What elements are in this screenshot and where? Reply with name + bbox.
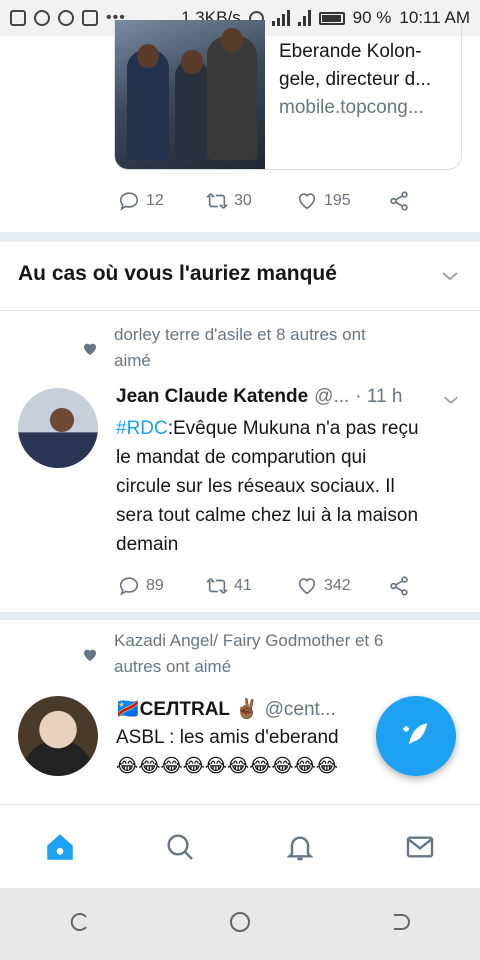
tweet-actions: 12 30 195 bbox=[118, 190, 410, 212]
hashtag-link[interactable]: #RDC bbox=[116, 418, 168, 439]
tweet-actions: 89 41 342 bbox=[118, 575, 410, 597]
reply-icon bbox=[119, 577, 139, 596]
like-button[interactable]: 342 bbox=[296, 575, 388, 597]
tweet-text: #RDC:Evêque Mukuna n'a pas reçu le manda… bbox=[116, 414, 466, 559]
social-context[interactable]: Kazadi Angel/ Fairy Godmother et 6 autre… bbox=[114, 628, 434, 680]
system-navigation bbox=[0, 888, 480, 960]
reply-icon bbox=[119, 192, 139, 211]
search-icon bbox=[167, 833, 193, 860]
tweet-header: Jean Claude Katende @... · 11 h bbox=[116, 386, 402, 408]
tweet-timestamp: · 11 h bbox=[355, 386, 403, 407]
tweet-text-line2: le mandat de comparution qui bbox=[116, 447, 367, 468]
heart-icon bbox=[298, 193, 316, 210]
tweet-separator bbox=[0, 612, 480, 620]
share-button[interactable] bbox=[388, 575, 410, 597]
heart-icon bbox=[298, 578, 316, 595]
chevron-down-icon[interactable] bbox=[440, 266, 460, 286]
reply-button[interactable]: 89 bbox=[118, 575, 206, 597]
reply-count: 12 bbox=[146, 192, 164, 209]
screenshot-icon bbox=[82, 10, 98, 26]
recent-apps-button[interactable] bbox=[68, 910, 92, 939]
chrome-icon bbox=[34, 10, 50, 26]
share-icon bbox=[390, 576, 408, 596]
social-context-line1: dorley terre d'asile et 8 autres ont bbox=[114, 325, 366, 344]
retweet-icon bbox=[206, 193, 228, 209]
notification-icon bbox=[10, 10, 26, 26]
tweet-author-handle[interactable]: @... bbox=[314, 386, 349, 408]
recent-apps-icon bbox=[70, 912, 87, 931]
avatar[interactable] bbox=[18, 388, 98, 468]
reply-count: 89 bbox=[146, 577, 164, 594]
social-context-line2: autres ont aimé bbox=[114, 657, 232, 676]
retweet-button[interactable]: 30 bbox=[206, 190, 296, 212]
retweet-count: 41 bbox=[234, 577, 252, 594]
retweet-button[interactable]: 41 bbox=[206, 575, 296, 597]
divider bbox=[0, 310, 480, 311]
nav-search[interactable] bbox=[150, 817, 210, 877]
social-context[interactable]: dorley terre d'asile et 8 autres ont aim… bbox=[114, 322, 434, 374]
reply-button[interactable]: 12 bbox=[118, 190, 206, 212]
home-icon bbox=[47, 833, 73, 860]
tweet-author-name[interactable]: 🇨🇩CEЛTRAL ✌🏾 bbox=[116, 697, 259, 721]
bottom-navigation bbox=[0, 804, 480, 888]
liked-heart-icon bbox=[84, 343, 96, 355]
avatar[interactable] bbox=[18, 696, 98, 776]
retweet-icon bbox=[206, 578, 228, 594]
tweet-header: 🇨🇩CEЛTRAL ✌🏾 @cent... bbox=[116, 697, 336, 721]
link-domain: mobile.topcong... bbox=[279, 97, 424, 118]
blocked-icon bbox=[58, 10, 74, 26]
link-title-line2: gele, directeur d... bbox=[279, 69, 432, 90]
retweet-count: 30 bbox=[234, 192, 252, 209]
tweet-options-chevron-icon[interactable] bbox=[442, 391, 460, 409]
share-icon bbox=[390, 191, 408, 211]
nav-notifications[interactable] bbox=[270, 817, 330, 877]
like-button[interactable]: 195 bbox=[296, 190, 388, 212]
section-separator bbox=[0, 232, 480, 242]
tweet-text-line1: :Evêque Mukuna n'a pas reçu bbox=[167, 418, 419, 439]
nav-messages[interactable] bbox=[390, 817, 450, 877]
home-system-button[interactable] bbox=[228, 910, 252, 939]
envelope-icon bbox=[406, 835, 434, 858]
circle-home-icon bbox=[230, 911, 250, 932]
tweet-text-line3: circule sur les réseaux sociaux. Il bbox=[116, 476, 395, 497]
back-button[interactable] bbox=[388, 910, 412, 939]
nav-home[interactable] bbox=[30, 817, 90, 877]
tweet-author-handle[interactable]: @cent... bbox=[265, 699, 336, 721]
tweet-text-line5: demain bbox=[116, 534, 179, 555]
link-preview-image bbox=[115, 20, 265, 169]
section-title: Au cas où vous l'auriez manqué bbox=[18, 262, 337, 285]
like-count: 342 bbox=[324, 577, 351, 594]
social-context-line1: Kazadi Angel/ Fairy Godmother et 6 bbox=[114, 631, 384, 650]
social-context-line2: aimé bbox=[114, 351, 151, 370]
compose-button[interactable] bbox=[376, 696, 456, 776]
liked-heart-icon bbox=[84, 649, 96, 661]
tweet-author-name[interactable]: Jean Claude Katende bbox=[116, 386, 308, 408]
link-title-line1: Eberande Kolon- bbox=[279, 41, 422, 62]
tweet-text-line4: sera tout calme chez lui à la maison bbox=[116, 505, 419, 526]
bell-icon bbox=[286, 836, 314, 860]
compose-icon bbox=[403, 723, 428, 745]
like-count: 195 bbox=[324, 192, 351, 209]
link-preview-card[interactable]: Eberande Kolon- gele, directeur d... mob… bbox=[114, 20, 462, 170]
back-icon bbox=[394, 913, 410, 930]
share-button[interactable] bbox=[388, 190, 410, 212]
